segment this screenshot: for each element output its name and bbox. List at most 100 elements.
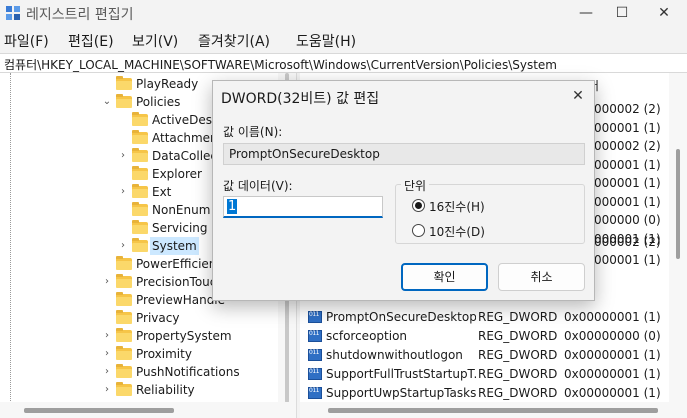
dialog-title: DWORD(32비트) 값 편집 xyxy=(221,91,380,107)
tree-item-label: Privacy xyxy=(136,311,180,325)
value-type: REG_DWORD xyxy=(478,310,558,324)
folder-icon xyxy=(132,130,148,144)
value-name: PromptOnSecureDesktop xyxy=(326,310,476,324)
value-data-label: 값 데이터(V): xyxy=(223,179,293,193)
folder-icon xyxy=(132,202,148,216)
value-name: shutdownwithoutlogon xyxy=(326,348,463,362)
chevron-right-icon[interactable]: › xyxy=(102,381,112,399)
value-data-text: 1 xyxy=(227,199,238,214)
menu-bar: 파일(F) 편집(E) 보기(V) 즐겨찾기(A) 도움말(H) xyxy=(0,29,687,51)
tree-item-label: PrecisionTouc xyxy=(136,275,217,289)
value-data: 0x00000001 (1) xyxy=(564,367,661,381)
folder-icon xyxy=(116,382,132,396)
value-data: 0x00000000 (0) xyxy=(564,329,661,343)
tree-item-label: PushNotifications xyxy=(136,365,240,379)
values-vertical-scrollbar[interactable] xyxy=(669,73,687,403)
tree-item-label: Reliability xyxy=(136,383,195,397)
close-window-button[interactable]: ✕ xyxy=(646,2,682,24)
tree-item-label: DataCollec xyxy=(152,149,218,163)
chevron-right-icon[interactable]: › xyxy=(118,147,128,165)
value-name-label: 값 이름(N): xyxy=(223,125,283,139)
folder-icon xyxy=(116,292,132,306)
scroll-thumb[interactable] xyxy=(24,408,174,413)
value-type: REG_DWORD xyxy=(478,329,558,343)
decimal-radio[interactable] xyxy=(412,224,425,237)
value-data-input[interactable]: 1 xyxy=(223,196,383,218)
tree-item-label: Ext xyxy=(152,185,172,199)
cancel-button[interactable]: 취소 xyxy=(498,263,585,291)
folder-icon xyxy=(116,94,132,108)
menu-view[interactable]: 보기(V) xyxy=(132,31,178,51)
registry-editor-icon xyxy=(6,6,20,20)
tree-item-label: Servicing xyxy=(152,221,208,235)
tree-horizontal-scrollbar[interactable] xyxy=(0,402,296,418)
chevron-right-icon[interactable]: › xyxy=(118,183,128,201)
reg-dword-icon xyxy=(308,387,322,399)
scroll-thumb[interactable] xyxy=(328,408,658,413)
base-label: 단위 xyxy=(401,177,430,194)
menu-file[interactable]: 파일(F) xyxy=(4,31,49,51)
value-row[interactable]: SupportFullTrustStartupT... REG_DWORD 0x… xyxy=(300,365,669,384)
scroll-thumb[interactable] xyxy=(676,149,680,259)
value-type: REG_DWORD xyxy=(478,348,558,362)
chevron-down-icon[interactable]: ⌄ xyxy=(102,93,112,111)
value-data: 0x00000001 (1) xyxy=(564,310,661,324)
tree-item-label: PropertySystem xyxy=(136,329,232,343)
reg-dword-icon xyxy=(308,330,322,342)
value-name-field[interactable]: PromptOnSecureDesktop xyxy=(223,143,585,165)
folder-icon xyxy=(132,166,148,180)
tree-item-label: Explorer xyxy=(152,167,202,181)
reg-dword-icon xyxy=(308,311,322,323)
folder-icon xyxy=(132,184,148,198)
chevron-right-icon[interactable]: › xyxy=(102,273,112,291)
chevron-right-icon[interactable]: › xyxy=(102,327,112,345)
values-horizontal-scrollbar[interactable] xyxy=(300,402,687,418)
decimal-radio-label[interactable]: 10진수(D) xyxy=(429,223,485,240)
folder-icon xyxy=(132,148,148,162)
tree-item-label: System xyxy=(150,237,199,255)
folder-icon xyxy=(116,76,132,90)
chevron-right-icon[interactable]: › xyxy=(102,363,112,381)
folder-icon xyxy=(116,364,132,378)
hex-radio[interactable] xyxy=(412,199,425,212)
tree-guide-line xyxy=(10,73,11,403)
address-bar[interactable]: 컴퓨터\HKEY_LOCAL_MACHINE\SOFTWARE\Microsof… xyxy=(0,53,687,73)
folder-icon xyxy=(116,274,132,288)
folder-icon xyxy=(116,328,132,342)
folder-icon xyxy=(132,220,148,234)
ok-button[interactable]: 확인 xyxy=(401,263,488,291)
value-type: REG_DWORD xyxy=(478,386,558,400)
value-row[interactable]: shutdownwithoutlogon REG_DWORD 0x0000000… xyxy=(300,346,669,365)
value-data: 0x00000001 (1) xyxy=(564,348,661,362)
menu-favorites[interactable]: 즐겨찾기(A) xyxy=(198,31,270,51)
window-title: 레지스트리 편집기 xyxy=(26,7,134,23)
chevron-right-icon[interactable]: › xyxy=(102,345,112,363)
chevron-right-icon[interactable]: › xyxy=(118,237,128,255)
title-bar: 레지스트리 편집기 — ☐ ✕ xyxy=(0,0,687,27)
tree-item-label: PlayReady xyxy=(136,77,199,91)
dialog-close-button[interactable]: ✕ xyxy=(567,85,589,107)
tree-item-label: Attachmen xyxy=(152,131,218,145)
menu-edit[interactable]: 편집(E) xyxy=(68,31,114,51)
folder-icon xyxy=(116,310,132,324)
minimize-button[interactable]: — xyxy=(568,2,604,24)
value-data: 0x00000001 (1) xyxy=(564,386,661,400)
value-type: REG_DWORD xyxy=(478,367,558,381)
tree-item-label: NonEnum xyxy=(152,203,211,217)
reg-dword-icon xyxy=(308,368,322,380)
value-row[interactable]: PromptOnSecureDesktop REG_DWORD 0x000000… xyxy=(300,308,669,327)
folder-icon xyxy=(132,112,148,126)
folder-icon xyxy=(116,256,132,270)
value-name: scforceoption xyxy=(326,329,408,343)
maximize-button[interactable]: ☐ xyxy=(604,2,640,24)
menu-help[interactable]: 도움말(H) xyxy=(296,31,356,51)
folder-icon xyxy=(132,238,148,252)
tree-item-label: ActiveDesk xyxy=(152,113,219,127)
value-name: SupportFullTrustStartupT... xyxy=(326,367,476,381)
value-row[interactable]: SupportUwpStartupTasks REG_DWORD 0x00000… xyxy=(300,384,669,403)
edit-dword-dialog: DWORD(32비트) 값 편집 ✕ 값 이름(N): PromptOnSecu… xyxy=(212,80,595,301)
value-name: SupportUwpStartupTasks xyxy=(326,386,476,400)
hex-radio-label[interactable]: 16진수(H) xyxy=(429,198,485,215)
tree-item-label: Policies xyxy=(136,95,181,109)
value-row[interactable]: scforceoption REG_DWORD 0x00000000 (0) xyxy=(300,327,669,346)
